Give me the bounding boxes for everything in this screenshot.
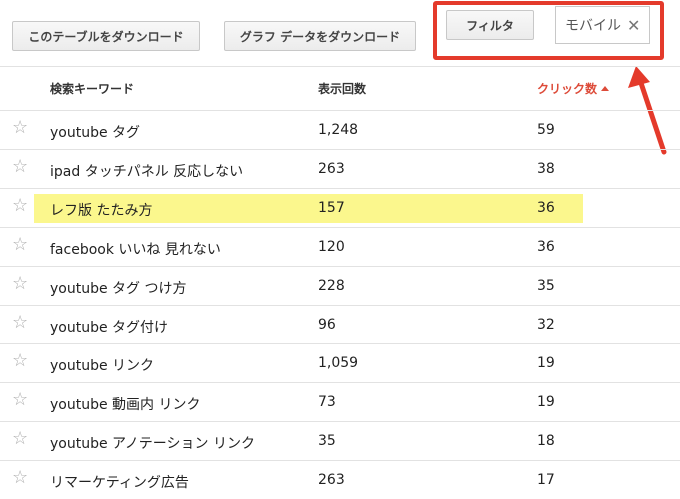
clicks-cell: 38: [537, 161, 555, 177]
clicks-cell: 19: [537, 394, 555, 410]
sort-arrow-up-icon: [601, 86, 610, 91]
header-clicks[interactable]: クリック数: [537, 80, 610, 97]
table-row[interactable]: ☆ リマーケティング広告 263 17: [0, 461, 680, 499]
table-row[interactable]: ☆ ipad タッチパネル 反応しない 263 38: [0, 150, 680, 188]
impressions-cell: 228: [318, 278, 345, 294]
table-row[interactable]: ☆ youtube タグ付け 96 32: [0, 306, 680, 344]
star-outline-icon[interactable]: ☆: [12, 275, 28, 293]
impressions-cell: 263: [318, 161, 345, 177]
star-outline-icon[interactable]: ☆: [12, 197, 28, 215]
impressions-cell: 120: [318, 239, 345, 255]
table-row[interactable]: ☆ youtube 動画内 リンク 73 19: [0, 383, 680, 421]
impressions-cell: 1,248: [318, 122, 359, 138]
toolbar: このテーブルをダウンロード グラフ データをダウンロード フィルタ モバイル ✕: [0, 0, 680, 66]
annotation-highlight-box: [433, 1, 664, 60]
star-outline-icon[interactable]: ☆: [12, 314, 28, 332]
clicks-cell: 36: [537, 200, 555, 216]
table-row[interactable]: ☆ youtube アノテーション リンク 35 18: [0, 422, 680, 460]
table-header: 検索キーワード 表示回数 クリック数: [0, 67, 680, 109]
clicks-cell: 35: [537, 278, 555, 294]
star-outline-icon[interactable]: ☆: [12, 430, 28, 448]
clicks-cell: 18: [537, 433, 555, 449]
impressions-cell: 96: [318, 317, 336, 333]
star-outline-icon[interactable]: ☆: [12, 352, 28, 370]
table-row[interactable]: ☆ youtube タグ つけ方 228 35: [0, 267, 680, 305]
clicks-cell: 36: [537, 239, 555, 255]
header-clicks-label: クリック数: [537, 82, 598, 96]
impressions-cell: 157: [318, 200, 345, 216]
table-row[interactable]: ☆ youtube リンク 1,059 19: [0, 344, 680, 382]
table-row[interactable]: ☆ facebook いいね 見れない 120 36: [0, 228, 680, 266]
header-keyword[interactable]: 検索キーワード: [50, 80, 134, 97]
impressions-cell: 263: [318, 472, 345, 488]
impressions-cell: 35: [318, 433, 336, 449]
keyword-cell[interactable]: youtube タグ付け: [50, 317, 168, 337]
keyword-cell[interactable]: youtube タグ: [50, 122, 140, 142]
impressions-cell: 73: [318, 394, 336, 410]
table-row[interactable]: ☆ レフ版 たたみ方 157 36: [0, 189, 680, 227]
star-outline-icon[interactable]: ☆: [12, 236, 28, 254]
star-outline-icon[interactable]: ☆: [12, 391, 28, 409]
clicks-cell: 32: [537, 317, 555, 333]
star-outline-icon[interactable]: ☆: [12, 158, 28, 176]
keyword-cell[interactable]: facebook いいね 見れない: [50, 239, 221, 259]
download-graph-data-button[interactable]: グラフ データをダウンロード: [224, 21, 416, 51]
clicks-cell: 17: [537, 472, 555, 488]
star-outline-icon[interactable]: ☆: [12, 119, 28, 137]
download-table-button[interactable]: このテーブルをダウンロード: [12, 21, 200, 51]
star-outline-icon[interactable]: ☆: [12, 469, 28, 487]
keyword-cell[interactable]: youtube 動画内 リンク: [50, 394, 201, 414]
keyword-cell[interactable]: リマーケティング広告: [50, 472, 189, 492]
header-impressions[interactable]: 表示回数: [318, 80, 366, 97]
keyword-cell[interactable]: youtube リンク: [50, 355, 154, 375]
keyword-cell[interactable]: レフ版 たたみ方: [50, 200, 152, 220]
table-row[interactable]: ☆ youtube タグ 1,248 59: [0, 111, 680, 149]
impressions-cell: 1,059: [318, 355, 359, 371]
keyword-cell[interactable]: ipad タッチパネル 反応しない: [50, 161, 243, 181]
clicks-cell: 19: [537, 355, 555, 371]
clicks-cell: 59: [537, 122, 555, 138]
keyword-cell[interactable]: youtube タグ つけ方: [50, 278, 187, 298]
keyword-cell[interactable]: youtube アノテーション リンク: [50, 433, 255, 453]
